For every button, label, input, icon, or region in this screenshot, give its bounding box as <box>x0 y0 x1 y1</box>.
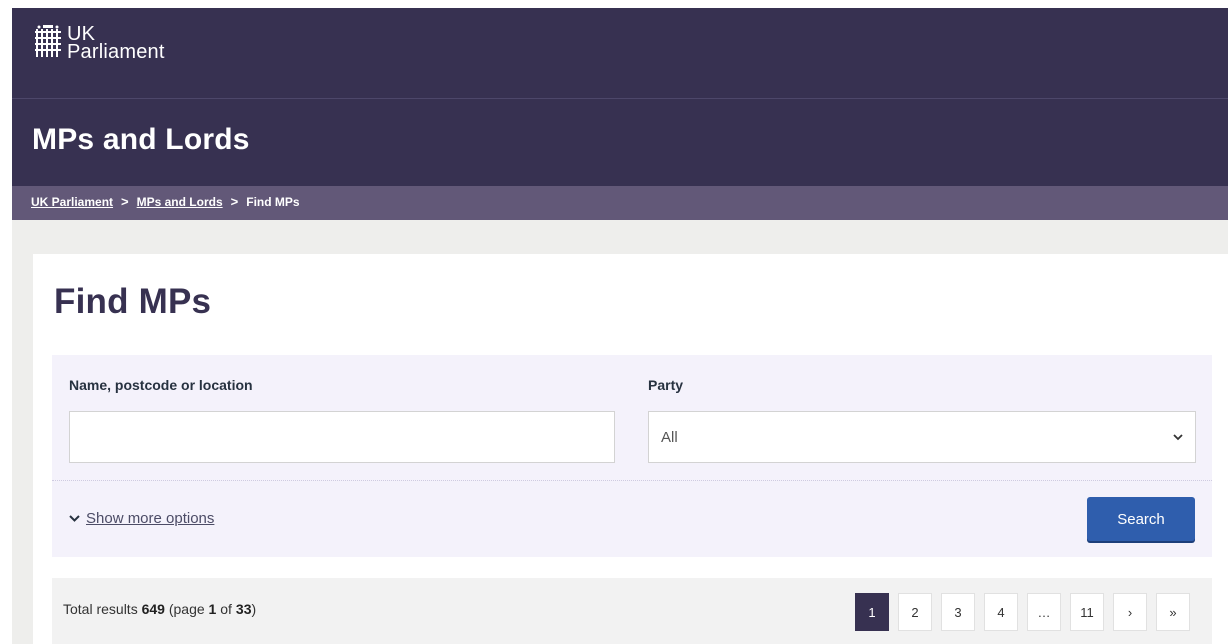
logo-line-2: Parliament <box>67 41 165 63</box>
pagination: 1 2 3 4 … 11 › » <box>855 593 1190 631</box>
results-prefix: Total results <box>63 601 138 617</box>
section-header: MPs and Lords <box>12 99 1228 186</box>
chevron-down-icon <box>69 515 80 522</box>
results-of: of <box>220 601 232 617</box>
results-bar: Total results 649 (page 1 of 33) 1 2 3 4 … <box>52 578 1212 644</box>
show-more-options-label: Show more options <box>86 510 215 527</box>
panel-divider <box>52 480 1212 481</box>
content-card: Find MPs Name, postcode or location Part… <box>33 254 1228 644</box>
breadcrumb-separator: > <box>230 194 239 209</box>
brand-header: UK Parliament <box>12 8 1228 99</box>
search-button[interactable]: Search <box>1087 497 1195 541</box>
name-field-label: Name, postcode or location <box>69 377 253 393</box>
show-more-options-toggle[interactable]: Show more options <box>69 510 214 527</box>
search-filter-panel: Name, postcode or location Party All Sho… <box>52 355 1212 557</box>
page: UK Parliament MPs and Lords UK Parliamen… <box>12 8 1228 644</box>
results-current-page: 1 <box>208 601 217 617</box>
breadcrumb-link-uk-parliament[interactable]: UK Parliament <box>31 195 113 209</box>
page-button-3[interactable]: 3 <box>941 593 975 631</box>
page-title: Find MPs <box>54 282 212 321</box>
page-button-2[interactable]: 2 <box>898 593 932 631</box>
page-button-1[interactable]: 1 <box>855 593 889 631</box>
breadcrumb: UK Parliament > MPs and Lords > Find MPs <box>31 195 300 209</box>
breadcrumb-bar: UK Parliament > MPs and Lords > Find MPs <box>12 186 1228 220</box>
logo-text: UK Parliament <box>67 24 165 63</box>
name-postcode-input[interactable] <box>69 411 615 463</box>
party-field-label: Party <box>648 377 684 393</box>
results-total-pages: 33 <box>235 601 252 617</box>
page-ellipsis: … <box>1027 593 1061 631</box>
breadcrumb-separator: > <box>121 194 129 209</box>
party-select[interactable]: All <box>648 411 1196 463</box>
chevron-down-icon <box>1173 434 1183 441</box>
results-page-prefix: (page <box>168 601 205 617</box>
results-summary: Total results 649 (page 1 of 33) <box>63 601 256 617</box>
uk-parliament-logo[interactable]: UK Parliament <box>33 24 165 63</box>
results-total: 649 <box>141 601 165 617</box>
next-page-button[interactable]: › <box>1113 593 1147 631</box>
page-button-4[interactable]: 4 <box>984 593 1018 631</box>
portcullis-logo <box>35 25 61 57</box>
section-title: MPs and Lords <box>32 123 250 156</box>
breadcrumb-current: Find MPs <box>246 195 300 209</box>
breadcrumb-link-mps-and-lords[interactable]: MPs and Lords <box>137 195 223 209</box>
last-page-button[interactable]: » <box>1156 593 1190 631</box>
party-select-value: All <box>661 428 678 446</box>
results-suffix: ) <box>251 601 257 617</box>
page-button-11[interactable]: 11 <box>1070 593 1104 631</box>
left-gutter <box>0 0 12 644</box>
